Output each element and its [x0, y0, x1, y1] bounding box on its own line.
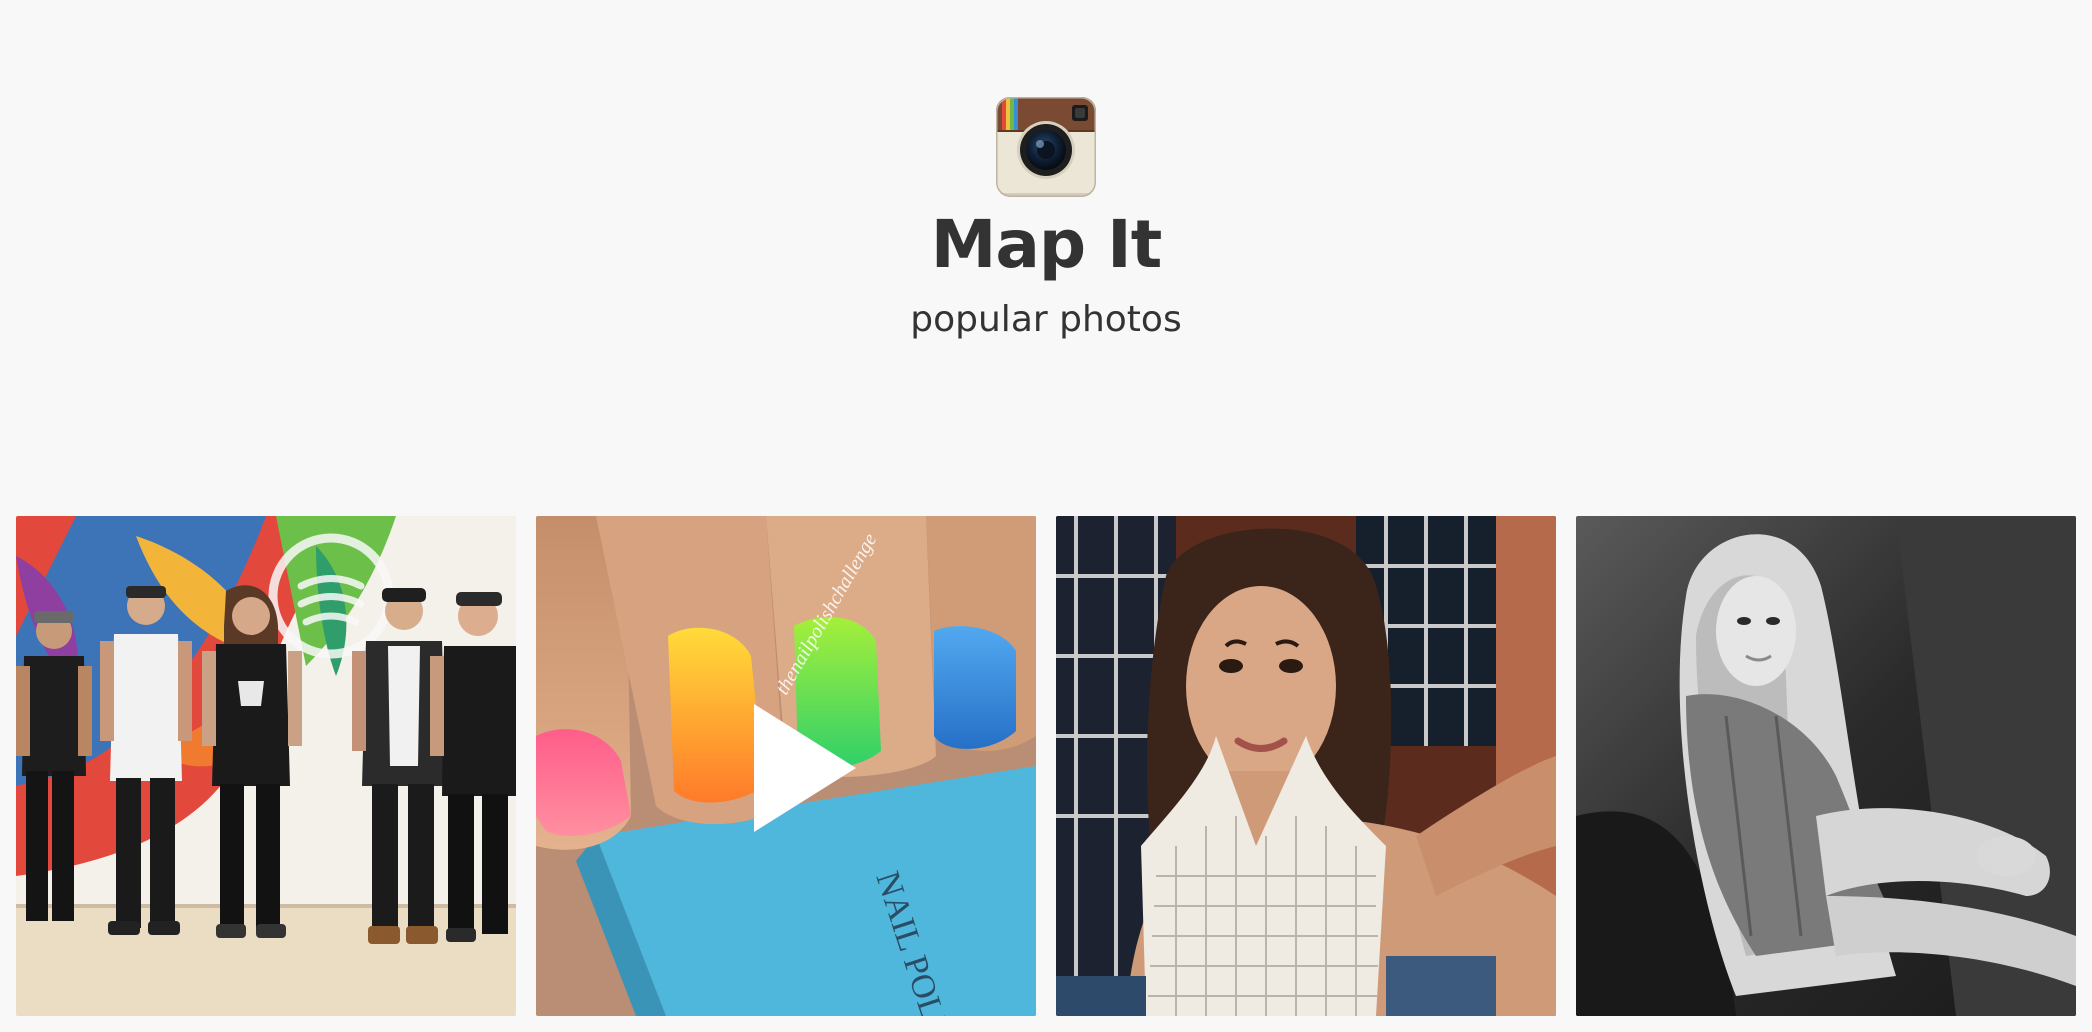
photo-tile-3[interactable]: [1056, 516, 1556, 1016]
video-tile-2[interactable]: NAIL POLISH thenailpolishchallenge: [536, 516, 1036, 1016]
page: Map It popular photos NAIL POLISH thenai…: [0, 0, 2092, 1032]
page-title: Map It: [930, 206, 1163, 283]
photo-bw-portrait: [1576, 516, 2076, 1016]
photo-band-group: [16, 516, 516, 1016]
header: Map It popular photos: [0, 0, 2092, 400]
page-subtitle: popular photos: [910, 299, 1182, 340]
photo-selfie: [1056, 516, 1556, 1016]
photo-tile-4[interactable]: [1576, 516, 2076, 1016]
photo-tile-1[interactable]: [16, 516, 516, 1016]
play-icon[interactable]: [754, 704, 856, 832]
instagram-camera-icon[interactable]: [996, 97, 1096, 197]
photo-grid: NAIL POLISH thenailpolishchallenge: [16, 516, 2076, 1016]
